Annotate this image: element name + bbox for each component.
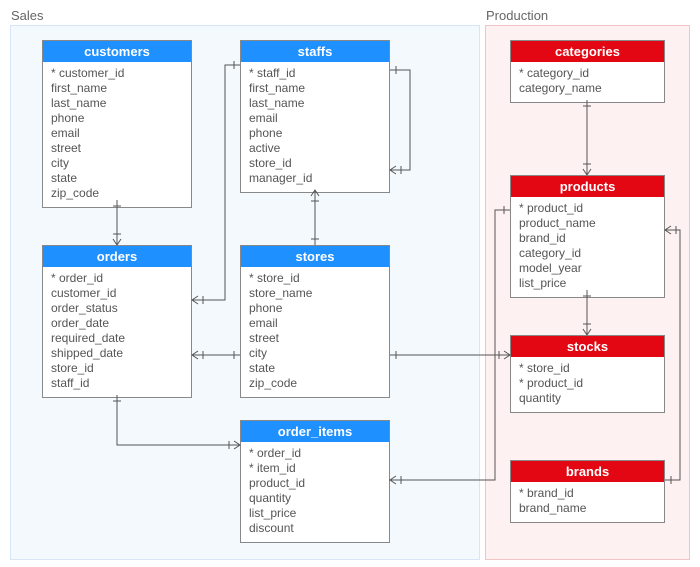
- column: * product_id: [519, 201, 656, 216]
- column: customer_id: [51, 286, 183, 301]
- entity-stocks-title: stocks: [511, 336, 664, 357]
- entity-order-items-body: * order_id* item_idproduct_idquantitylis…: [241, 442, 389, 542]
- column: city: [249, 346, 381, 361]
- column: state: [51, 171, 183, 186]
- entity-brands: brands * brand_idbrand_name: [510, 460, 665, 523]
- entity-products-body: * product_idproduct_namebrand_idcategory…: [511, 197, 664, 297]
- entity-brands-title: brands: [511, 461, 664, 482]
- column: * product_id: [519, 376, 656, 391]
- column: last_name: [51, 96, 183, 111]
- column: store_name: [249, 286, 381, 301]
- entity-stores: stores * store_idstore_namephoneemailstr…: [240, 245, 390, 398]
- column: email: [51, 126, 183, 141]
- entity-staffs: staffs * staff_idfirst_namelast_nameemai…: [240, 40, 390, 193]
- entity-categories-title: categories: [511, 41, 664, 62]
- column: product_name: [519, 216, 656, 231]
- column: quantity: [249, 491, 381, 506]
- column: brand_id: [519, 231, 656, 246]
- entity-orders-body: * order_idcustomer_idorder_statusorder_d…: [43, 267, 191, 397]
- column: * category_id: [519, 66, 656, 81]
- entity-customers-body: * customer_idfirst_namelast_namephoneema…: [43, 62, 191, 207]
- column: product_id: [249, 476, 381, 491]
- column: * store_id: [249, 271, 381, 286]
- entity-orders: orders * order_idcustomer_idorder_status…: [42, 245, 192, 398]
- schema-production-label: Production: [486, 8, 548, 23]
- column: first_name: [51, 81, 183, 96]
- column: category_id: [519, 246, 656, 261]
- column: store_id: [51, 361, 183, 376]
- column: store_id: [249, 156, 381, 171]
- column: discount: [249, 521, 381, 536]
- entity-products-title: products: [511, 176, 664, 197]
- column: * brand_id: [519, 486, 656, 501]
- column: * order_id: [249, 446, 381, 461]
- column: state: [249, 361, 381, 376]
- entity-order-items: order_items * order_id* item_idproduct_i…: [240, 420, 390, 543]
- column: * order_id: [51, 271, 183, 286]
- column: phone: [249, 301, 381, 316]
- entity-brands-body: * brand_idbrand_name: [511, 482, 664, 522]
- column: * store_id: [519, 361, 656, 376]
- column: list_price: [249, 506, 381, 521]
- column: required_date: [51, 331, 183, 346]
- column: brand_name: [519, 501, 656, 516]
- column: category_name: [519, 81, 656, 96]
- entity-order-items-title: order_items: [241, 421, 389, 442]
- entity-categories-body: * category_idcategory_name: [511, 62, 664, 102]
- column: * customer_id: [51, 66, 183, 81]
- column: order_status: [51, 301, 183, 316]
- column: order_date: [51, 316, 183, 331]
- column: zip_code: [249, 376, 381, 391]
- column: manager_id: [249, 171, 381, 186]
- entity-products: products * product_idproduct_namebrand_i…: [510, 175, 665, 298]
- column: shipped_date: [51, 346, 183, 361]
- entity-customers: customers * customer_idfirst_namelast_na…: [42, 40, 192, 208]
- column: email: [249, 316, 381, 331]
- column: list_price: [519, 276, 656, 291]
- entity-staffs-title: staffs: [241, 41, 389, 62]
- entity-stores-body: * store_idstore_namephoneemailstreetcity…: [241, 267, 389, 397]
- column: active: [249, 141, 381, 156]
- entity-staffs-body: * staff_idfirst_namelast_nameemailphonea…: [241, 62, 389, 192]
- column: phone: [249, 126, 381, 141]
- entity-stocks: stocks * store_id* product_idquantity: [510, 335, 665, 413]
- column: staff_id: [51, 376, 183, 391]
- column: first_name: [249, 81, 381, 96]
- column: quantity: [519, 391, 656, 406]
- entity-categories: categories * category_idcategory_name: [510, 40, 665, 103]
- column: * staff_id: [249, 66, 381, 81]
- entity-orders-title: orders: [43, 246, 191, 267]
- column: phone: [51, 111, 183, 126]
- column: model_year: [519, 261, 656, 276]
- column: last_name: [249, 96, 381, 111]
- column: city: [51, 156, 183, 171]
- entity-customers-title: customers: [43, 41, 191, 62]
- column: street: [51, 141, 183, 156]
- column: street: [249, 331, 381, 346]
- column: zip_code: [51, 186, 183, 201]
- entity-stores-title: stores: [241, 246, 389, 267]
- schema-sales-label: Sales: [11, 8, 44, 23]
- entity-stocks-body: * store_id* product_idquantity: [511, 357, 664, 412]
- column: email: [249, 111, 381, 126]
- column: * item_id: [249, 461, 381, 476]
